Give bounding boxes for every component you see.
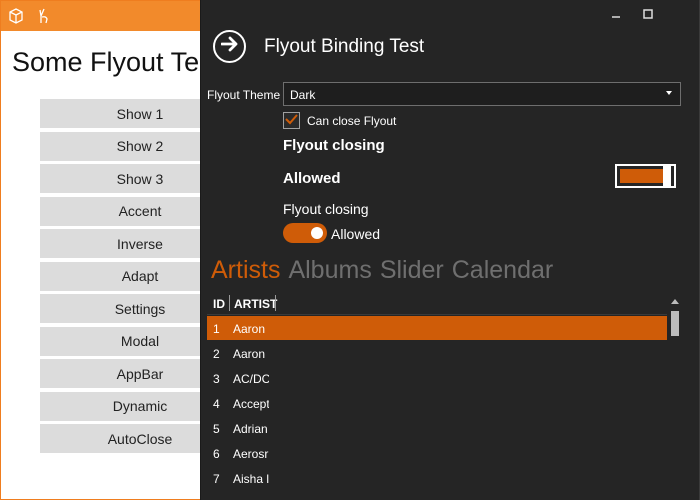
scroll-up-icon[interactable]: [671, 299, 679, 304]
can-close-checkbox[interactable]: [283, 112, 300, 129]
table-row[interactable]: 6 Aerosr: [207, 441, 667, 465]
row-id: 2: [213, 347, 220, 361]
table-row[interactable]: 5 Adrian: [207, 416, 667, 440]
back-button[interactable]: [213, 30, 246, 63]
row-id: 4: [213, 397, 220, 411]
column-divider[interactable]: [275, 295, 276, 311]
tab-slider[interactable]: Slider: [380, 256, 444, 285]
theme-select[interactable]: Dark: [283, 82, 681, 106]
minimize-icon[interactable]: [609, 6, 623, 22]
row-artist: Aaron: [233, 322, 266, 336]
row-id: 7: [213, 472, 220, 486]
column-divider[interactable]: [229, 295, 230, 311]
column-header-id[interactable]: ID: [213, 297, 225, 311]
toggle-fill: [620, 169, 664, 183]
maximize-icon[interactable]: [641, 6, 655, 22]
theme-select-value: Dark: [290, 88, 316, 102]
closing-toggle-switch[interactable]: [615, 164, 676, 188]
table-row[interactable]: 3 AC/DC: [207, 366, 667, 390]
closing-round-toggle[interactable]: [283, 223, 327, 243]
cube-icon: [7, 7, 25, 25]
row-id: 1: [213, 322, 220, 336]
row-artist: Accept: [233, 397, 269, 411]
row-artist: Aaron: [233, 347, 266, 361]
table-row[interactable]: 1 Aaron: [207, 316, 667, 340]
allowed-toggle-text: Allowed: [331, 226, 381, 242]
table-row[interactable]: 4 Accept: [207, 391, 667, 415]
arrow-right-icon: [220, 36, 239, 57]
column-header-artist[interactable]: ARTIST: [234, 297, 277, 311]
checkmark-icon: [285, 112, 298, 130]
allowed-status-text: Allowed: [283, 170, 341, 187]
app-heading: Some Flyout Te: [12, 47, 200, 77]
tab-calendar[interactable]: Calendar: [452, 256, 553, 285]
flyout-closing-header: Flyout closing: [283, 137, 385, 154]
artists-grid: ID ARTIST 1 Aaron 2 Aaron 3 AC/DC 4 Accept 5 Adri…: [207, 291, 681, 500]
toggle-knob: [311, 227, 323, 239]
can-close-label: Can close Flyout: [307, 114, 397, 128]
row-id: 5: [213, 422, 220, 436]
tab-artists[interactable]: Artists: [211, 256, 280, 285]
flyout-title: Flyout Binding Test: [264, 36, 425, 57]
row-id: 3: [213, 372, 220, 386]
flyout-panel: Flyout Binding Test Flyout Theme Dark Ca…: [200, 0, 700, 500]
toggle-thumb: [663, 166, 671, 186]
row-artist: AC/DC: [233, 372, 269, 386]
grid-header: ID ARTIST: [207, 291, 667, 315]
theme-label: Flyout Theme: [207, 88, 281, 102]
row-id: 6: [213, 447, 220, 461]
row-artist: Aisha l: [233, 472, 269, 486]
grid-scrollbar[interactable]: [669, 291, 681, 500]
flyout-closing-label: Flyout closing: [283, 201, 369, 217]
hand-icon: [35, 7, 53, 25]
scroll-thumb[interactable]: [671, 311, 679, 336]
table-row[interactable]: 2 Aaron: [207, 341, 667, 365]
table-row[interactable]: 7 Aisha l: [207, 466, 667, 490]
caret-down-icon: [666, 91, 672, 95]
tab-strip: Artists Albums Slider Calendar: [211, 256, 561, 288]
row-artist: Adrian: [233, 422, 268, 436]
row-artist: Aerosr: [233, 447, 269, 461]
tab-albums[interactable]: Albums: [288, 256, 371, 285]
